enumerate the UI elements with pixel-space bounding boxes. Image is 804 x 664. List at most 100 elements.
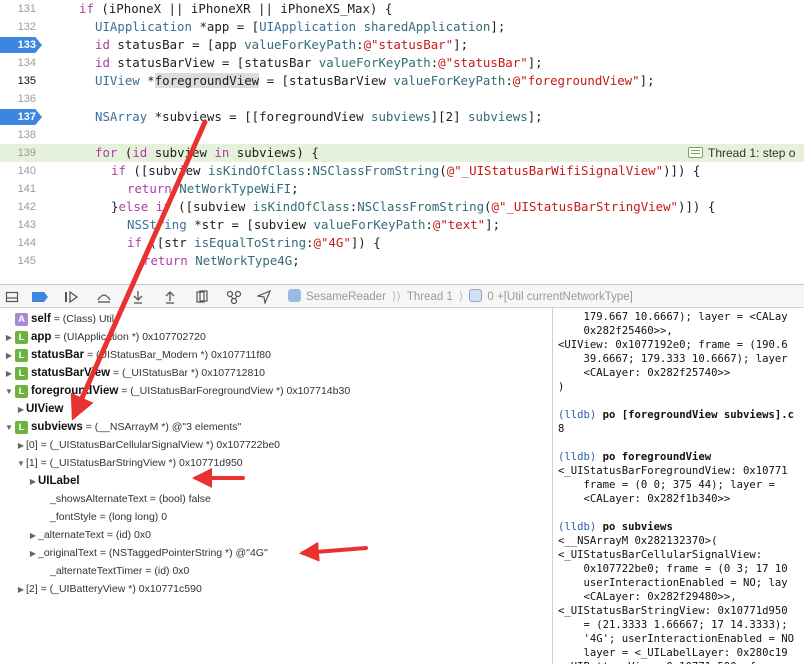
- line-number[interactable]: 135: [0, 72, 36, 90]
- breakpoints-toggle-icon[interactable]: [30, 288, 50, 305]
- code-line[interactable]: 140 if ([subview isKindOfClass:NSClassFro…: [0, 162, 804, 180]
- disclosure-closed-icon[interactable]: ▶: [16, 437, 26, 455]
- code-line[interactable]: 139 for (id subview in subviews) {Thread …: [0, 144, 804, 162]
- disclosure-closed-icon[interactable]: ▶: [28, 545, 38, 563]
- code-text[interactable]: for (id subview in subviews) {: [95, 144, 319, 162]
- variable-row[interactable]: ▶ LstatusBar = (UIStatusBar_Modern *) 0x1…: [4, 346, 271, 364]
- line-number[interactable]: 139: [0, 144, 36, 162]
- console-output-line: userInteractionEnabled = NO; lay: [558, 577, 788, 589]
- lldb-console[interactable]: 179.667 10.6667); layer = <CALay 0x282f2…: [553, 308, 804, 664]
- disclosure-open-icon[interactable]: ▼: [4, 383, 14, 401]
- hide-debug-area-icon[interactable]: [2, 288, 22, 305]
- lldb-prompt: (lldb): [558, 409, 597, 421]
- code-line[interactable]: 136: [0, 90, 804, 108]
- disclosure-closed-icon[interactable]: ▶: [28, 473, 38, 491]
- code-line[interactable]: 133 id statusBar = [app valueForKeyPath:@…: [0, 36, 804, 54]
- code-line[interactable]: 131 if (iPhoneX || iPhoneXR || iPhoneXS_M…: [0, 0, 804, 18]
- code-line[interactable]: 142 }else if ([subview isKindOfClass:NSCl…: [0, 198, 804, 216]
- line-number[interactable]: 136: [0, 90, 36, 108]
- line-number[interactable]: 134: [0, 54, 36, 72]
- crumb-frame[interactable]: 0 +[Util currentNetworkType]: [487, 291, 632, 303]
- variable-row[interactable]: ▼ Lsubviews = (__NSArrayM *) @"3 elements…: [4, 418, 241, 436]
- code-text[interactable]: NSString *str = [subview valueForKeyPath…: [127, 216, 500, 234]
- step-over-icon[interactable]: [94, 288, 114, 305]
- disclosure-closed-icon[interactable]: ▶: [4, 329, 14, 347]
- variable-row[interactable]: _alternateTextTimer = (id) 0x0: [40, 562, 189, 580]
- step-into-icon[interactable]: [128, 288, 148, 305]
- disclosure-closed-icon[interactable]: ▶: [4, 347, 14, 365]
- variable-row[interactable]: _fontStyle = (long long) 0: [40, 508, 167, 526]
- disclosure-closed-icon[interactable]: ▶: [16, 581, 26, 599]
- continue-icon[interactable]: [62, 288, 82, 305]
- code-line[interactable]: 137 NSArray *subviews = [[foregroundView …: [0, 108, 804, 126]
- code-text[interactable]: if ([str isEqualToString:@"4G"]) {: [127, 234, 381, 252]
- variable-value: [0] = (_UIStatusBarCellularSignalView *)…: [26, 439, 280, 451]
- variable-value: = (UIStatusBar_Modern *) 0x107711f80: [84, 349, 271, 361]
- code-line[interactable]: 132 UIApplication *app = [UIApplication s…: [0, 18, 804, 36]
- code-line[interactable]: 135 UIView *foregroundView = [statusBarVi…: [0, 72, 804, 90]
- variable-row[interactable]: ▶ LstatusBarView = (_UIStatusBar *) 0x107…: [4, 364, 265, 382]
- crumb-thread[interactable]: Thread 1: [407, 291, 453, 303]
- code-line[interactable]: 145 return NetWorkType4G;: [0, 252, 804, 270]
- breakpoint-marker[interactable]: 137: [0, 109, 42, 125]
- disclosure-open-icon[interactable]: ▼: [16, 455, 26, 473]
- line-number[interactable]: 145: [0, 252, 36, 270]
- code-text[interactable]: id statusBar = [app valueForKeyPath:@"st…: [95, 36, 468, 54]
- line-number[interactable]: 131: [0, 0, 36, 18]
- view-hierarchy-icon[interactable]: [192, 288, 212, 305]
- line-number[interactable]: 144: [0, 234, 36, 252]
- variables-view[interactable]: Aself = (Class) Util ▶ Lapp = (UIApplicati…: [0, 308, 552, 664]
- local-badge-icon: L: [15, 349, 28, 362]
- code-line[interactable]: 144 if ([str isEqualToString:@"4G"]) {: [0, 234, 804, 252]
- lldb-prompt: (lldb): [558, 521, 597, 533]
- disclosure-closed-icon[interactable]: ▶: [16, 401, 26, 419]
- console-output-line: <CALayer: 0x282f25740>>: [558, 367, 731, 379]
- console-output-line: <UIView: 0x1077192e0; frame = (190.6: [558, 339, 788, 351]
- variable-row[interactable]: Aself = (Class) Util: [4, 310, 114, 328]
- code-line[interactable]: 138: [0, 126, 804, 144]
- code-text[interactable]: id statusBarView = [statusBar valueForKe…: [95, 54, 543, 72]
- code-text[interactable]: if ([subview isKindOfClass:NSClassFromSt…: [111, 162, 700, 180]
- disclosure-closed-icon[interactable]: ▶: [28, 527, 38, 545]
- line-number[interactable]: 141: [0, 180, 36, 198]
- variable-row[interactable]: ▶ Lapp = (UIApplication *) 0x107702720: [4, 328, 206, 346]
- variable-row[interactable]: _showsAlternateText = (bool) false: [40, 490, 211, 508]
- line-number[interactable]: 138: [0, 126, 36, 144]
- code-line[interactable]: 143 NSString *str = [subview valueForKeyP…: [0, 216, 804, 234]
- memory-graph-icon[interactable]: [224, 288, 244, 305]
- line-number[interactable]: 143: [0, 216, 36, 234]
- variable-row[interactable]: ▶ UILabel: [28, 472, 80, 490]
- line-number[interactable]: 140: [0, 162, 36, 180]
- variable-row[interactable]: ▶ [2] = (_UIBatteryView *) 0x10771c590: [16, 580, 202, 598]
- console-output-line: layer = <_UILabelLayer: 0x280c19: [558, 647, 788, 659]
- variable-row[interactable]: ▶ UIView: [16, 400, 64, 418]
- variable-row[interactable]: ▶ _alternateText = (id) 0x0: [28, 526, 151, 544]
- location-simulate-icon[interactable]: [254, 288, 274, 305]
- code-text[interactable]: return NetWorkTypeWiFI;: [127, 180, 299, 198]
- local-badge-icon: L: [15, 385, 28, 398]
- breakpoint-marker[interactable]: 133: [0, 37, 42, 53]
- variable-row[interactable]: ▼[1] = (_UIStatusBarStringView *) 0x1077…: [16, 454, 243, 472]
- line-number[interactable]: 142: [0, 198, 36, 216]
- code-text[interactable]: UIApplication *app = [UIApplication shar…: [95, 18, 505, 36]
- frame-icon: [469, 289, 483, 302]
- code-line[interactable]: 134 id statusBarView = [statusBar valueFo…: [0, 54, 804, 72]
- line-number[interactable]: 132: [0, 18, 36, 36]
- step-out-icon[interactable]: [160, 288, 180, 305]
- code-text[interactable]: if (iPhoneX || iPhoneXR || iPhoneXS_Max)…: [79, 0, 392, 18]
- code-text[interactable]: }else if ([subview isKindOfClass:NSClass…: [111, 198, 715, 216]
- code-text[interactable]: UIView *foregroundView = [statusBarView …: [95, 72, 655, 90]
- code-line[interactable]: 141 return NetWorkTypeWiFI;: [0, 180, 804, 198]
- code-editor[interactable]: 131 if (iPhoneX || iPhoneXR || iPhoneXS_M…: [0, 0, 804, 284]
- app-icon: [288, 289, 301, 302]
- crumb-app[interactable]: SesameReader: [306, 291, 386, 303]
- local-badge-icon: L: [15, 421, 28, 434]
- disclosure-closed-icon[interactable]: ▶: [4, 365, 14, 383]
- code-text[interactable]: return NetWorkType4G;: [143, 252, 300, 270]
- disclosure-open-icon[interactable]: ▼: [4, 419, 14, 437]
- variable-row[interactable]: ▼ LforegroundView = (_UIStatusBarForegrou…: [4, 382, 350, 400]
- variable-row[interactable]: ▶ [0] = (_UIStatusBarCellularSignalView *…: [16, 436, 280, 454]
- variable-row[interactable]: ▶ _originalText = (NSTaggedPointerString …: [28, 544, 268, 562]
- code-text[interactable]: NSArray *subviews = [[foregroundView sub…: [95, 108, 543, 126]
- variable-value: _showsAlternateText = (bool) false: [50, 493, 211, 505]
